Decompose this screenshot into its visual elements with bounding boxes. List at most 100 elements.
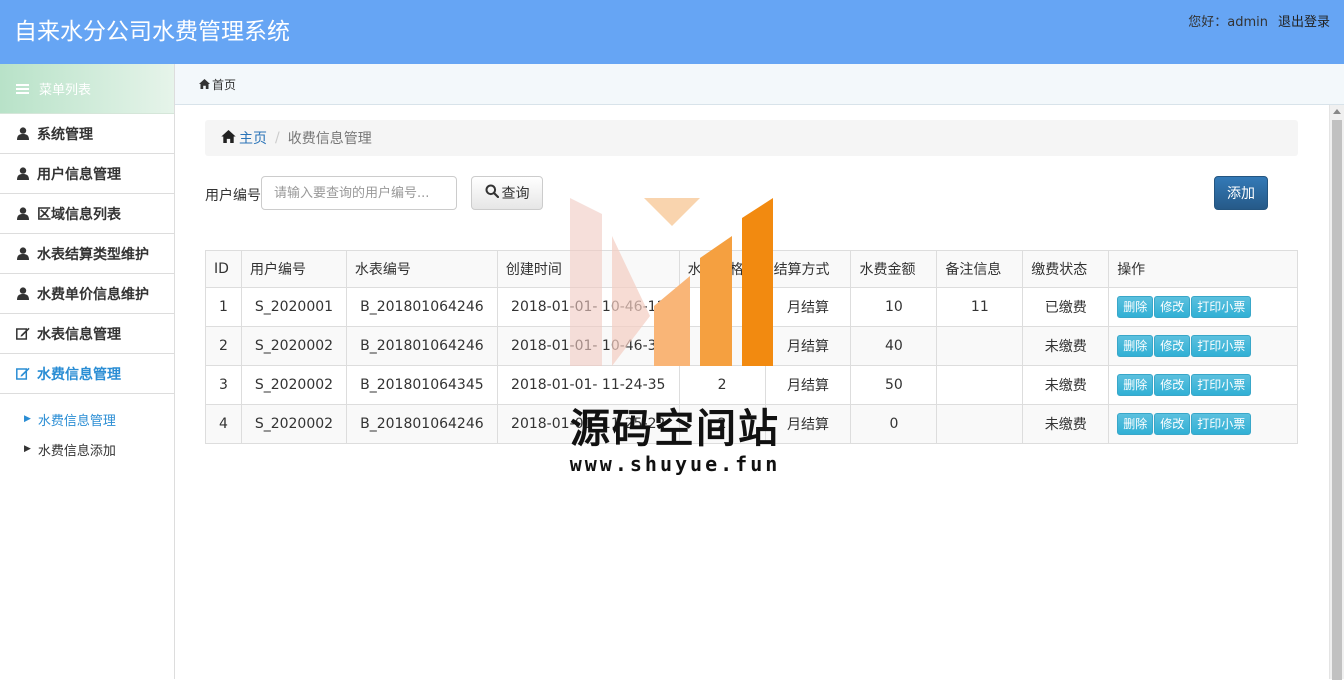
cell-price: 2 [678, 326, 766, 366]
cell-status: 已缴费 [1022, 287, 1110, 327]
cell-amount: 40 [850, 326, 938, 366]
column-header: 水费价格 [678, 250, 766, 288]
print-receipt-button[interactable]: 打印小票 [1191, 296, 1252, 318]
sidebar-item-label: 区域信息列表 [37, 206, 121, 223]
caret-right-icon: ▶ [24, 414, 31, 424]
search-button-label: 查询 [501, 186, 530, 202]
scroll-up-arrow-icon[interactable] [1333, 109, 1341, 114]
sidebar-item-6[interactable]: 水费信息管理 [0, 354, 174, 394]
greeting-label: 您好：admin [1188, 15, 1268, 30]
user-icon [16, 287, 30, 300]
table-row: 4 S_2020002 B_201801064246 2018-01-01- 11-2… [205, 404, 1298, 444]
cell-actions: 删除 修改 打印小票 [1108, 326, 1298, 366]
cell-meter: B_201801064246 [345, 404, 498, 444]
cell-id: 4 [205, 404, 242, 444]
edit-button[interactable]: 修改 [1154, 413, 1191, 435]
user-icon [16, 127, 30, 140]
breadcrumb: 主页 / 收费信息管理 [205, 120, 1298, 156]
column-header: 水费金额 [850, 250, 938, 288]
home-icon [221, 129, 236, 147]
cell-created: 2018-01-01- 11-24-35 [496, 365, 680, 405]
content-scrollbar[interactable] [1329, 105, 1344, 680]
sidebar-subitem-label: 水费信息添加 [37, 443, 116, 459]
column-header: 结算方式 [764, 250, 852, 288]
sidebar-item-5[interactable]: 水表信息管理 [0, 314, 174, 354]
cell-actions: 删除 修改 打印小票 [1108, 287, 1298, 327]
column-header: 水表编号 [345, 250, 498, 288]
delete-button[interactable]: 删除 [1117, 296, 1154, 318]
sidebar-item-label: 系统管理 [37, 126, 93, 143]
cell-created: 2018-01-01- 10-46-11 [496, 287, 680, 327]
sidebar: 菜单列表 系统管理用户信息管理 区域信息列表水表结算类型维护水费单价信息维护水表信… [0, 64, 175, 679]
cell-note [936, 326, 1024, 366]
cell-meter: B_201801064246 [345, 326, 498, 366]
sidebar-item-label: 水表结算类型维护 [37, 246, 149, 263]
tab-home-label: 首页 [212, 78, 237, 92]
breadcrumb-separator: / [275, 130, 280, 146]
edit-button[interactable]: 修改 [1154, 374, 1191, 396]
cell-meter: B_201801064246 [345, 287, 498, 327]
delete-button[interactable]: 删除 [1117, 374, 1154, 396]
column-header: ID [205, 250, 242, 288]
edit-button[interactable]: 修改 [1154, 296, 1191, 318]
search-button[interactable]: 查询 [471, 176, 543, 210]
sidebar-item-1[interactable]: 用户信息管理 [0, 154, 174, 194]
column-header: 用户编号 [240, 250, 347, 288]
delete-button[interactable]: 删除 [1117, 335, 1154, 357]
add-button[interactable]: 添加 [1214, 176, 1268, 210]
sidebar-item-2[interactable]: 区域信息列表 [0, 194, 174, 234]
print-receipt-button[interactable]: 打印小票 [1191, 374, 1252, 396]
sidebar-item-label: 用户信息管理 [37, 166, 121, 183]
cell-method: 月结算 [764, 404, 852, 444]
app-header: 自来水分公司水费管理系统 您好：admin 退出登录 [0, 0, 1344, 64]
print-receipt-button[interactable]: 打印小票 [1191, 335, 1252, 357]
logout-link[interactable]: 退出登录 [1278, 15, 1330, 30]
sidebar-item-label: 水表信息管理 [37, 326, 121, 343]
search-icon [485, 184, 499, 202]
column-header: 缴费状态 [1022, 250, 1110, 288]
print-receipt-button[interactable]: 打印小票 [1191, 413, 1252, 435]
column-header: 创建时间 [496, 250, 680, 288]
column-header: 备注信息 [936, 250, 1024, 288]
edit-button[interactable]: 修改 [1154, 335, 1191, 357]
cell-note [936, 365, 1024, 405]
user-icon [16, 247, 30, 260]
tab-home[interactable]: 首页 [199, 76, 236, 93]
menu-title: 菜单列表 [39, 83, 92, 98]
caret-right-icon: ▶ [24, 444, 31, 454]
cell-price: 2 [678, 404, 766, 444]
sidebar-item-4[interactable]: 水费单价信息维护 [0, 274, 174, 314]
cell-user: S_2020002 [240, 365, 347, 405]
cell-price: 2 [678, 287, 766, 327]
user-icon [16, 167, 30, 180]
cell-note: 11 [936, 287, 1024, 327]
menu-header: 菜单列表 [0, 64, 174, 114]
username: admin [1227, 15, 1268, 30]
sidebar-item-0[interactable]: 系统管理 [0, 114, 174, 154]
cell-id: 1 [205, 287, 242, 327]
sidebar-subitem-label: 水费信息管理 [37, 413, 116, 429]
cell-id: 2 [205, 326, 242, 366]
cell-status: 未缴费 [1022, 365, 1110, 405]
cell-id: 3 [205, 365, 242, 405]
cell-meter: B_201801064345 [345, 365, 498, 405]
app-title: 自来水分公司水费管理系统 [14, 19, 290, 45]
cell-price: 2 [678, 365, 766, 405]
sidebar-item-3[interactable]: 水表结算类型维护 [0, 234, 174, 274]
column-header: 操作 [1108, 250, 1298, 288]
menu-bars-icon [16, 82, 29, 96]
main-content: 主页 / 收费信息管理 用户编号 查询 添加 ID用户编号水表编号创建时间水费价… [175, 105, 1329, 679]
cell-amount: 50 [850, 365, 938, 405]
scroll-thumb[interactable] [1332, 120, 1342, 680]
table-row: 2 S_2020002 B_201801064246 2018-01-01- 10-4… [205, 326, 1298, 366]
cell-status: 未缴费 [1022, 404, 1110, 444]
table-header-row: ID 用户编号 水表编号 创建时间 水费价格 结算方式 水费金额 备注信息 缴费状态 操作 [205, 250, 1298, 288]
breadcrumb-home[interactable]: 主页 [221, 128, 267, 148]
delete-button[interactable]: 删除 [1117, 413, 1154, 435]
table-row: 1 S_2020001 B_201801064246 2018-01-01- 10-4… [205, 287, 1298, 327]
breadcrumb-home-label: 主页 [239, 131, 267, 147]
sidebar-subitem-1[interactable]: ▶ 水费信息添加 [0, 434, 174, 464]
sidebar-subitem-0[interactable]: ▶ 水费信息管理 [0, 404, 174, 434]
search-input[interactable] [261, 176, 457, 210]
cell-actions: 删除 修改 打印小票 [1108, 404, 1298, 444]
